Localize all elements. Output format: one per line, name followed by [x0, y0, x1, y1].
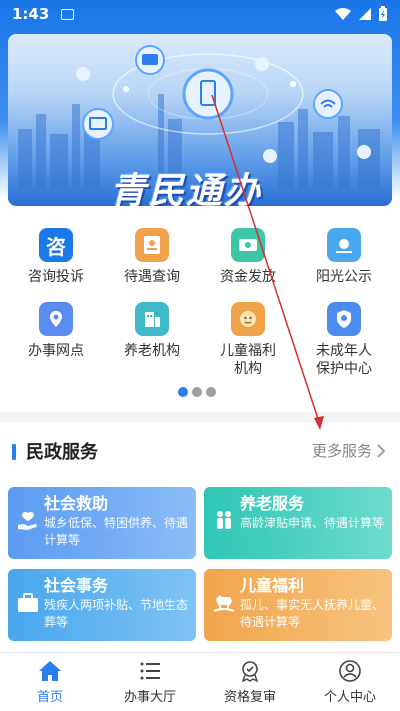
tab-label: 资格复审: [223, 690, 276, 705]
card-social-assistance[interactable]: 社会救助 城乡低保、特困供养、待遇计算等: [8, 487, 196, 559]
hand-heart-icon: [18, 511, 37, 530]
building-icon: [135, 302, 169, 336]
tab-label: 首页: [36, 690, 63, 705]
wifi-icon: [335, 8, 351, 20]
service-label-line: 儿童福利: [220, 343, 276, 359]
image-notification-icon: [61, 8, 75, 20]
signal-icon: [359, 8, 371, 20]
home-icon: [37, 659, 63, 683]
user-icon: [337, 659, 363, 683]
service-label: 咨询投诉: [28, 269, 84, 285]
service-location[interactable]: 办事网点: [6, 302, 106, 360]
sunshine-icon: [327, 228, 361, 262]
status-icons: [334, 6, 388, 22]
section-header: 民政服务 更多服务: [0, 432, 400, 472]
tab-service-hall[interactable]: 办事大厅: [100, 653, 200, 711]
section-accent-bar: [12, 444, 16, 460]
card-desc: 孤儿、事实无人抚养儿童、待遇计算等: [240, 598, 385, 629]
service-label: 资金发放: [220, 269, 276, 285]
service-label: 儿童福利 机构: [198, 342, 298, 378]
section-divider: [0, 412, 400, 422]
card-title: 养老服务: [240, 494, 305, 513]
service-child-welfare[interactable]: 儿童福利 机构: [198, 302, 298, 378]
card-desc: 城乡低保、特困供养、待遇计算等: [44, 516, 189, 547]
card-child-welfare[interactable]: 儿童福利 孤儿、事实无人抚养儿童、待遇计算等: [204, 569, 392, 641]
status-time: 1:43: [12, 5, 50, 23]
elderly-icon: [217, 511, 231, 529]
page-dot[interactable]: [192, 387, 202, 397]
benefit-query-icon: [135, 228, 169, 262]
card-desc: 残疾人两项补贴、节地生态葬等: [44, 598, 189, 629]
service-minor-protection[interactable]: 未成年人 保护中心: [294, 302, 394, 378]
service-label-line: 机构: [234, 361, 262, 377]
service-label: 养老机构: [124, 343, 180, 359]
card-title: 社会救助: [44, 494, 109, 513]
battery-icon: [379, 6, 387, 21]
service-label: 待遇查询: [124, 269, 180, 285]
location-icon: [39, 302, 73, 336]
more-services-label: 更多服务: [311, 442, 372, 460]
service-fund[interactable]: 资金发放: [198, 228, 298, 286]
status-bar: 1:43: [0, 0, 400, 28]
service-label: 阳光公示: [316, 269, 372, 285]
service-elderly-institution[interactable]: 养老机构: [102, 302, 202, 360]
card-title: 社会事务: [44, 576, 109, 595]
banner-title: 青民通办: [110, 171, 263, 206]
tab-qualification-review[interactable]: 资格复审: [200, 653, 300, 711]
page-dot-active[interactable]: [178, 387, 188, 397]
briefcase-icon: [18, 593, 38, 612]
page-indicator: [178, 387, 216, 397]
chevron-right-icon: [377, 443, 386, 458]
service-label-line: 未成年人: [316, 343, 372, 359]
list-icon: [137, 659, 163, 683]
bottom-tab-bar: 首页 办事大厅 资格复审 个人中心: [0, 652, 400, 711]
section-title: 民政服务: [26, 442, 98, 463]
service-label-line: 保护中心: [316, 361, 372, 377]
more-services-link[interactable]: 更多服务: [312, 440, 386, 461]
consult-icon: 咨: [39, 228, 73, 262]
service-consult[interactable]: 咨 咨询投诉: [6, 228, 106, 286]
card-desc: 高龄津贴申请、待遇计算等: [240, 516, 385, 530]
service-label: 未成年人 保护中心: [294, 342, 394, 378]
fund-icon: [231, 228, 265, 262]
badge-icon: [237, 659, 263, 683]
card-social-affairs[interactable]: 社会事务 残疾人两项补贴、节地生态葬等: [8, 569, 196, 641]
banner-carousel[interactable]: 青民通办: [8, 34, 392, 206]
service-sunshine[interactable]: 阳光公示: [294, 228, 394, 286]
service-benefit-query[interactable]: 待遇查询: [102, 228, 202, 286]
minor-protect-icon: [327, 302, 361, 336]
card-elderly-service[interactable]: 养老服务 高龄津贴申请、待遇计算等: [204, 487, 392, 559]
tab-home[interactable]: 首页: [0, 653, 100, 711]
tab-label: 个人中心: [323, 690, 376, 705]
child-icon: [231, 302, 265, 336]
page-dot[interactable]: [206, 387, 216, 397]
card-title: 儿童福利: [240, 576, 305, 595]
service-label: 办事网点: [28, 343, 84, 359]
tab-label: 办事大厅: [123, 690, 176, 705]
rocking-horse-icon: [213, 595, 235, 612]
tab-profile[interactable]: 个人中心: [300, 653, 400, 711]
